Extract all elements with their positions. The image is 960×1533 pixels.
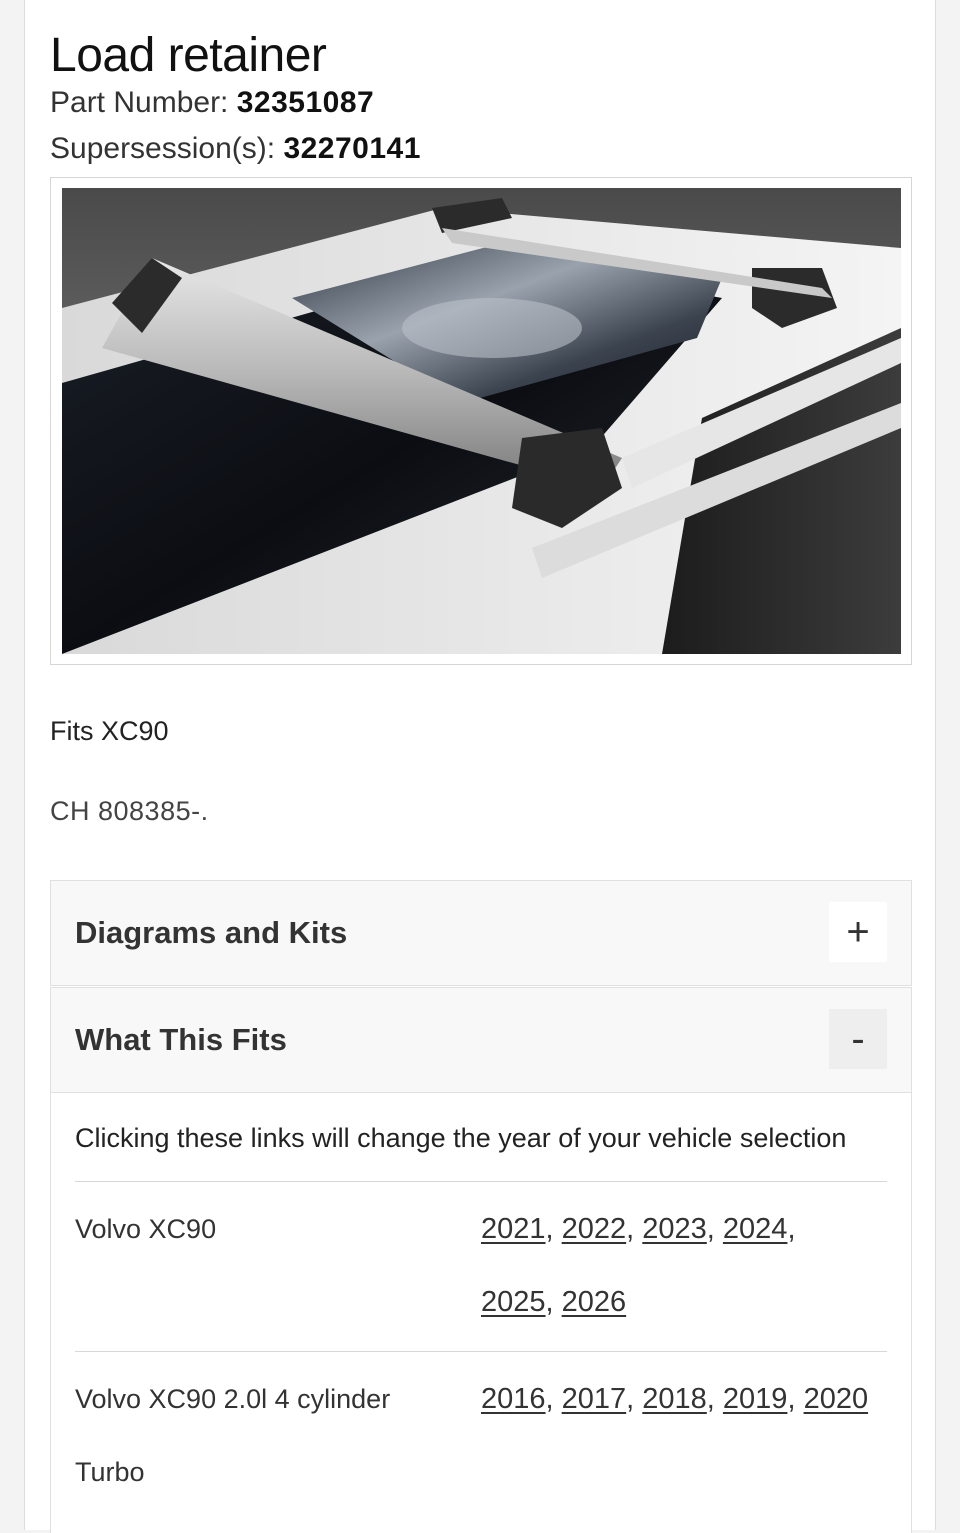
part-number-value: 32351087 — [236, 86, 375, 119]
accordion-title[interactable]: What This Fits — [75, 1022, 287, 1058]
part-number-line: Part Number: 32351087 — [50, 86, 374, 120]
year-link[interactable]: 2025 — [481, 1286, 546, 1318]
year-link[interactable]: 2019 — [723, 1383, 788, 1415]
fitment-panel: Clicking these links will change the yea… — [50, 1093, 912, 1533]
supersession-line: Supersession(s): 32270141 — [50, 132, 421, 166]
divider — [75, 1351, 887, 1352]
fitment-model: Volvo XC90 2.0l 4 cylinder Turbo — [75, 1384, 391, 1487]
year-link[interactable]: 2016 — [481, 1383, 546, 1415]
fitment-model: Volvo XC90 — [75, 1214, 217, 1244]
supersession-value: 32270141 — [283, 132, 421, 165]
product-image-frame[interactable] — [50, 177, 912, 665]
product-image — [62, 188, 901, 654]
collapse-icon[interactable]: - — [829, 1009, 887, 1069]
fits-text: Fits XC90 — [50, 716, 169, 746]
expand-icon[interactable]: + — [829, 902, 887, 962]
divider — [75, 1181, 887, 1182]
year-link[interactable]: 2021 — [481, 1213, 546, 1245]
fitment-years: 2016, 2017, 2018, 2019, 2020 — [481, 1383, 869, 1415]
year-link[interactable]: 2022 — [562, 1213, 627, 1245]
chassis-note: CH 808385-. — [50, 796, 209, 826]
year-link[interactable]: 2023 — [642, 1213, 707, 1245]
year-link[interactable]: 2024 — [723, 1213, 788, 1245]
fitment-note: Clicking these links will change the yea… — [75, 1123, 847, 1153]
accordion-what-this-fits[interactable]: What This Fits - — [50, 987, 912, 1093]
accordion-diagrams-and-kits[interactable]: Diagrams and Kits + — [50, 880, 912, 986]
accordion-title[interactable]: Diagrams and Kits — [75, 915, 347, 951]
year-link[interactable]: 2017 — [562, 1383, 627, 1415]
year-link[interactable]: 2018 — [642, 1383, 707, 1415]
product-card: Load retainer Part Number: 32351087 Supe… — [24, 0, 936, 1533]
year-link[interactable]: 2020 — [804, 1383, 869, 1415]
supersession-label: Supersession(s): — [50, 132, 284, 165]
fitment-years: 2021, 2022, 2023, 2024, 2025, 2026 — [481, 1213, 796, 1318]
part-number-label: Part Number: — [50, 86, 237, 119]
year-link[interactable]: 2026 — [562, 1286, 627, 1318]
product-title: Load retainer — [50, 29, 327, 82]
